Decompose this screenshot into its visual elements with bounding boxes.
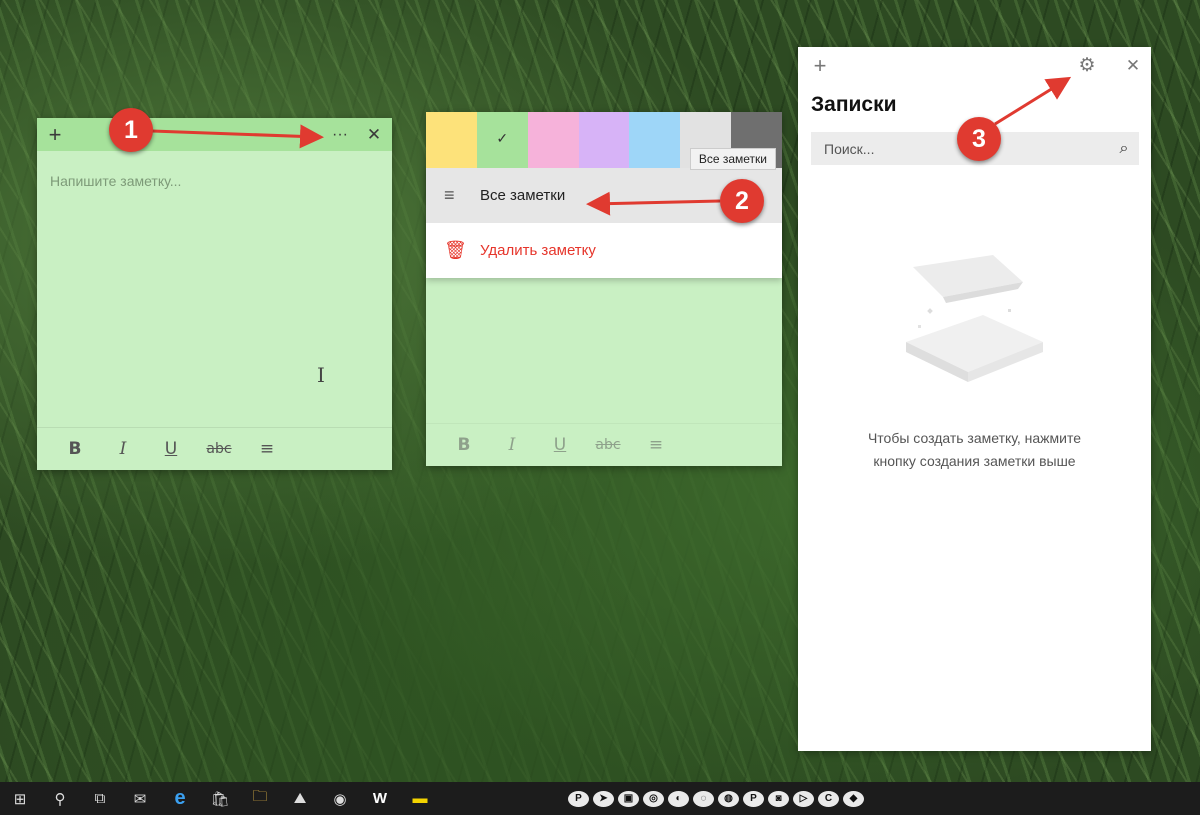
- underline-button[interactable]: U: [536, 435, 584, 455]
- text-cursor-icon: I: [317, 363, 325, 387]
- search-icon[interactable]: ⌕: [1109, 140, 1139, 158]
- close-icon: ✕: [366, 124, 382, 144]
- mail-icon[interactable]: ✉: [120, 782, 160, 815]
- sticky-note-1[interactable]: + ··· ✕ Напишите заметку... I B I U abc …: [37, 118, 392, 470]
- taskbar: ⊞ ⚲ ⧉ ✉ e 🛍 🗀 ⛰ ◉ W ▬ P ➤ ▣ ◎ ◐ ◌ ◍ P ◙ ▷ C ◆: [0, 782, 1200, 815]
- edge-icon[interactable]: e: [160, 782, 200, 815]
- tray-app-icon[interactable]: P: [568, 790, 589, 807]
- taskbar-apps: ⊞ ⚲ ⧉ ✉ e 🛍 🗀 ⛰ ◉ W ▬: [0, 782, 440, 815]
- menu-item-label: Удалить заметку: [480, 242, 596, 259]
- search-icon[interactable]: ⚲: [40, 782, 80, 815]
- tray-app-icon[interactable]: ◌: [693, 790, 714, 807]
- plus-icon: +: [813, 52, 827, 78]
- gear-icon: ⚙: [1078, 55, 1096, 76]
- empty-message-line-2: кнопку создания заметки выше: [873, 453, 1076, 469]
- list-icon: ≡: [444, 185, 455, 205]
- menu-item-delete-note[interactable]: 🗑 Удалить заметку: [426, 223, 782, 278]
- tray-app-icon[interactable]: ◐: [668, 790, 689, 807]
- checkmark-icon: ✓: [496, 130, 509, 146]
- list-icon[interactable]: ≡: [632, 435, 680, 455]
- italic-button[interactable]: I: [488, 435, 536, 455]
- system-tray: P ➤ ▣ ◎ ◐ ◌ ◍ P ◙ ▷ C ◆: [566, 782, 866, 815]
- color-swatch[interactable]: [426, 112, 477, 168]
- photos-icon[interactable]: ⛰: [280, 782, 320, 815]
- color-swatch[interactable]: [629, 112, 681, 168]
- empty-message-line-1: Чтобы создать заметку, нажмите: [867, 430, 1082, 446]
- tray-app-icon[interactable]: ◆: [843, 790, 864, 807]
- list-icon[interactable]: ≡: [243, 439, 291, 459]
- color-swatch[interactable]: [578, 112, 630, 168]
- more-icon: ···: [332, 125, 348, 143]
- tray-app-icon[interactable]: ▷: [793, 790, 814, 807]
- store-icon[interactable]: 🛍: [200, 782, 240, 815]
- tooltip: Все заметки: [689, 148, 776, 170]
- callout-1: 1: [109, 108, 153, 152]
- note-titlebar[interactable]: + ··· ✕: [37, 118, 392, 151]
- strikethrough-button[interactable]: abc: [584, 437, 632, 453]
- sticky-note-2[interactable]: ✓ Все заметки ≡ Все заметки 🗑 Удалить зам…: [426, 112, 783, 466]
- sticky-notes-icon[interactable]: ▬: [400, 782, 440, 815]
- tray-app-icon[interactable]: P: [743, 790, 764, 807]
- color-picker: ✓ Все заметки: [426, 112, 783, 170]
- callout-2: 2: [720, 179, 764, 223]
- add-note-button[interactable]: +: [37, 118, 73, 151]
- color-swatch[interactable]: [527, 112, 579, 168]
- plus-icon: +: [48, 121, 62, 147]
- close-icon: ✕: [1125, 55, 1141, 75]
- italic-button[interactable]: I: [99, 439, 147, 459]
- format-toolbar: B I U abc ≡: [37, 427, 392, 470]
- bold-button[interactable]: B: [440, 435, 488, 455]
- color-swatch[interactable]: ✓: [476, 112, 528, 168]
- trash-icon: 🗑: [444, 240, 467, 260]
- task-view-icon[interactable]: ⧉: [80, 782, 120, 815]
- more-options-button[interactable]: ···: [322, 118, 358, 151]
- windows-start-icon[interactable]: ⊞: [0, 782, 40, 815]
- tray-app-icon[interactable]: C: [818, 790, 839, 807]
- strikethrough-button[interactable]: abc: [195, 441, 243, 457]
- format-toolbar: B I U abc ≡: [426, 423, 782, 466]
- word-icon[interactable]: W: [360, 782, 400, 815]
- tray-app-icon[interactable]: ▣: [618, 790, 639, 807]
- file-explorer-icon[interactable]: 🗀: [240, 782, 280, 815]
- add-note-button[interactable]: +: [802, 49, 838, 82]
- callout-3: 3: [957, 117, 1001, 161]
- settings-button[interactable]: ⚙: [1069, 49, 1105, 82]
- note-text-area[interactable]: Напишите заметку...: [50, 173, 181, 189]
- empty-notes-illustration: [906, 255, 1043, 382]
- underline-button[interactable]: U: [147, 439, 195, 459]
- page-title: Записки: [811, 93, 897, 116]
- menu-item-label: Все заметки: [480, 187, 566, 204]
- tray-app-icon[interactable]: ◎: [643, 790, 664, 807]
- close-note-button[interactable]: ✕: [356, 118, 392, 151]
- chrome-icon[interactable]: ◉: [320, 782, 360, 815]
- tray-app-icon[interactable]: ◙: [768, 790, 789, 807]
- tray-app-icon[interactable]: ➤: [593, 790, 614, 807]
- close-panel-button[interactable]: ✕: [1115, 49, 1151, 82]
- bold-button[interactable]: B: [51, 439, 99, 459]
- empty-state-message: Чтобы создать заметку, нажмите кнопку со…: [798, 427, 1151, 473]
- tray-app-icon[interactable]: ◍: [718, 790, 739, 807]
